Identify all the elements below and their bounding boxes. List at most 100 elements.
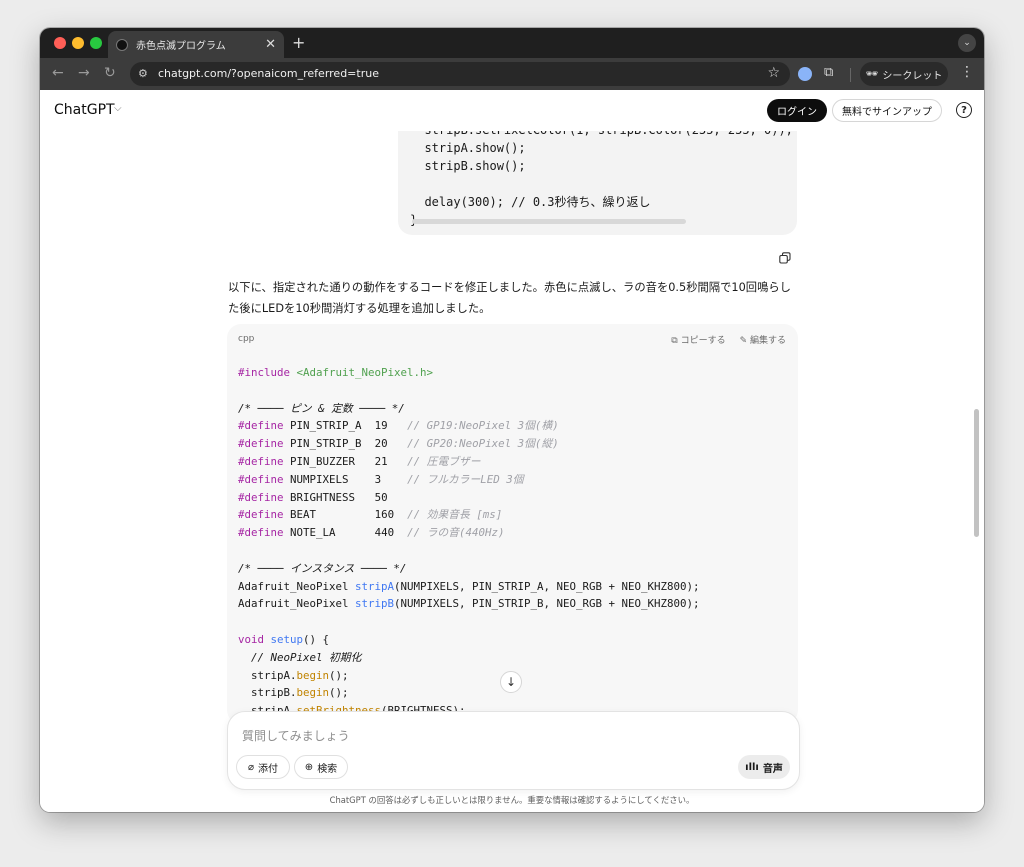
voice-button[interactable]: ıllı 音声 — [738, 755, 790, 779]
copy-code-button[interactable]: ⧉ コピーする — [671, 333, 725, 346]
chevron-down-icon[interactable]: ⌵ — [114, 103, 122, 114]
code-token: #define — [238, 508, 284, 522]
code-token: #define — [238, 472, 284, 486]
code-line: #define PIN_STRIP_A 19 // GP19:NeoPixel … — [238, 417, 700, 435]
edit-icon: ✎ — [739, 336, 750, 346]
login-button[interactable]: ログイン — [767, 99, 827, 122]
arrow-down-icon: ↓ — [505, 675, 517, 689]
code-token: 160 — [374, 508, 395, 522]
code-line: #define PIN_STRIP_B 20 // GP20:NeoPixel … — [238, 435, 700, 453]
code-token: Adafruit_NeoPixel — [238, 597, 349, 611]
previous-code-block: stripB.setPixelColor(1, stripB.Color(255… — [398, 131, 797, 235]
forward-icon[interactable]: → — [78, 65, 90, 81]
code-token: Adafruit_NeoPixel — [238, 579, 349, 593]
code-line: delay(300); // 0.3秒待ち、繰り返し — [410, 195, 651, 209]
code-line: Adafruit_NeoPixel stripA(NUMPIXELS, PIN_… — [238, 578, 700, 596]
code-token: PIN_STRIP_B — [290, 437, 369, 451]
url-text: chatgpt.com/?openaicom_referred=true — [158, 67, 379, 80]
new-tab-button[interactable]: + — [292, 33, 305, 52]
assistant-message: 以下に、指定された通りの動作をするコードを修正しました。赤色に点滅し、ラの音を0… — [228, 281, 791, 315]
code-token: PIN_BUZZER — [290, 454, 369, 468]
code-token: stripA. — [238, 668, 297, 682]
code-token: setup — [270, 632, 304, 646]
code-token: () { — [303, 632, 330, 646]
browser-toolbar: ← → ↻ ⚙ chatgpt.com/?openaicom_referred=… — [40, 58, 984, 90]
code-token: NUMPIXELS — [290, 472, 369, 486]
previous-code: stripB.setPixelColor(1, stripB.Color(255… — [410, 131, 793, 229]
code-token: // 圧電ブザー — [407, 454, 481, 468]
paperclip-icon: ⌀ — [247, 761, 255, 773]
code-content: #include <Adafruit_NeoPixel.h> /* ──── ピ… — [238, 364, 700, 720]
tab-close-icon[interactable]: ✕ — [265, 38, 276, 51]
code-line: #define NOTE_LA 440 // ラの音(440Hz) — [238, 524, 700, 542]
attach-label: 添付 — [258, 763, 279, 775]
signup-button[interactable]: 無料でサインアップ — [832, 99, 942, 122]
page-scrollbar[interactable] — [974, 409, 979, 537]
copy-message-icon[interactable] — [779, 252, 791, 264]
browser-menu-icon[interactable]: ⋮ — [960, 64, 974, 80]
extension-icon[interactable] — [798, 67, 812, 81]
code-token: 19 — [374, 419, 388, 433]
model-selector[interactable]: ChatGPT — [54, 102, 115, 118]
code-token: NOTE_LA — [290, 526, 369, 540]
voice-label: 音声 — [762, 763, 783, 775]
tab-active[interactable]: 赤色点滅プログラム ✕ — [108, 31, 284, 58]
code-line: Adafruit_NeoPixel stripB(NUMPIXELS, PIN_… — [238, 595, 700, 613]
extensions-puzzle-icon[interactable]: ⧉ — [824, 65, 833, 80]
horizontal-scrollbar[interactable] — [412, 219, 686, 224]
code-line: stripB.setPixelColor(1, stripB.Color(255… — [410, 131, 792, 139]
zoom-window-button[interactable] — [90, 37, 102, 49]
bookmark-star-icon[interactable]: ☆ — [767, 65, 780, 81]
copy-icon: ⧉ — [671, 336, 681, 346]
code-line: #define PIN_BUZZER 21 // 圧電ブザー — [238, 453, 700, 471]
browser-window: 赤色点滅プログラム ✕ + ⌄ ← → ↻ ⚙ chatgpt.com/?ope… — [40, 28, 984, 812]
attach-button[interactable]: ⌀ 添付 — [236, 755, 290, 779]
help-icon[interactable]: ? — [956, 102, 972, 118]
code-token: (NUMPIXELS, PIN_STRIP_B, NEO_RGB + NEO_K… — [394, 597, 700, 611]
code-line: stripB.show(); — [410, 159, 526, 173]
incognito-icon: 🕶 — [865, 68, 879, 80]
reload-icon[interactable]: ↻ — [104, 65, 116, 81]
code-token: (); — [329, 668, 349, 682]
waveform-icon: ıllı — [745, 761, 759, 773]
code-token: 3 — [374, 472, 388, 486]
address-bar[interactable]: ⚙ chatgpt.com/?openaicom_referred=true ☆ — [130, 62, 790, 86]
code-line: void setup() { — [238, 631, 700, 649]
minimize-window-button[interactable] — [72, 37, 84, 49]
tab-strip: 赤色点滅プログラム ✕ + ⌄ — [40, 28, 984, 58]
toolbar-separator — [850, 68, 851, 82]
close-window-button[interactable] — [54, 37, 66, 49]
incognito-label: シークレット — [882, 70, 943, 82]
code-token: 50 — [374, 490, 388, 504]
code-token: // 効果音長 [ms] — [407, 508, 503, 522]
code-token: 20 — [374, 437, 388, 451]
site-settings-icon[interactable]: ⚙ — [138, 67, 148, 80]
code-line: /* ──── インスタンス ──── */ — [238, 561, 407, 575]
code-token: PIN_STRIP_A — [290, 419, 369, 433]
code-token: 440 — [374, 526, 395, 540]
search-label: 検索 — [317, 763, 338, 775]
code-token: stripB. — [238, 686, 297, 700]
code-token: #include — [238, 366, 291, 379]
code-line: stripA.begin(); — [238, 667, 700, 685]
prompt-input[interactable] — [242, 726, 782, 746]
code-token: begin — [296, 668, 330, 682]
back-icon[interactable]: ← — [52, 65, 64, 81]
tab-search-button[interactable]: ⌄ — [958, 34, 976, 52]
globe-icon: ⊕ — [304, 761, 314, 773]
code-token: (NUMPIXELS, PIN_STRIP_A, NEO_RGB + NEO_K… — [394, 579, 700, 593]
code-token: stripA — [355, 579, 395, 593]
code-line: /* ──── ピン & 定数 ──── */ — [238, 401, 405, 415]
code-token: BRIGHTNESS — [290, 490, 369, 504]
code-token: void — [238, 632, 265, 646]
conversation-area: stripB.setPixelColor(1, stripB.Color(255… — [40, 131, 984, 812]
scroll-to-bottom-button[interactable]: ↓ — [500, 671, 522, 693]
code-line: #include <Adafruit_NeoPixel.h> — [238, 364, 700, 382]
search-button[interactable]: ⊕ 検索 — [294, 755, 348, 779]
incognito-badge[interactable]: 🕶 シークレット — [860, 62, 948, 86]
edit-code-button[interactable]: ✎ 編集する — [740, 333, 786, 346]
tab-title: 赤色点滅プログラム — [136, 41, 226, 52]
code-token: <Adafruit_NeoPixel.h> — [296, 366, 434, 379]
